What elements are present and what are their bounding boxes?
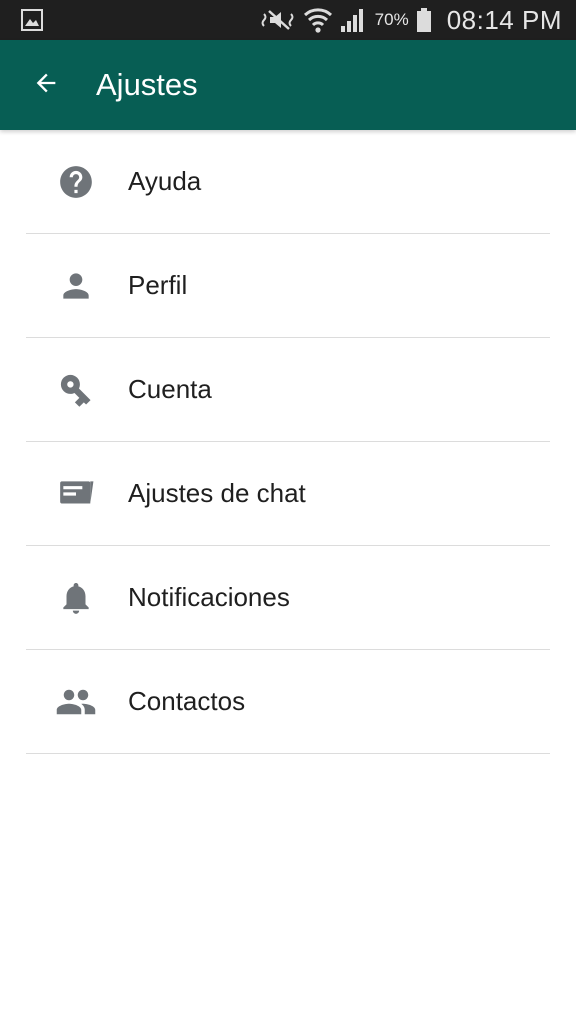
signal-icon [339,7,367,33]
gallery-icon [20,8,44,32]
mute-icon [261,8,297,32]
bell-icon [54,576,98,620]
help-icon [54,160,98,204]
settings-item-notifications[interactable]: Notificaciones [0,546,576,649]
divider [26,753,550,754]
settings-item-label: Cuenta [128,374,212,404]
page-title: Ajustes [96,67,198,102]
contacts-icon [54,680,98,724]
status-time: 08:14 PM [446,4,562,35]
settings-item-label: Perfil [128,270,188,300]
settings-item-label: Contactos [128,686,246,716]
settings-item-label: Notificaciones [128,582,290,612]
app-bar: Ajustes [0,40,576,130]
battery-percentage: 70% [374,10,409,29]
settings-item-chat-settings[interactable]: Ajustes de chat [0,442,576,545]
settings-item-label: Ayuda [128,166,202,196]
settings-item-contacts[interactable]: Contactos [0,650,576,753]
settings-item-help[interactable]: Ayuda [0,130,576,233]
settings-item-profile[interactable]: Perfil [0,234,576,337]
wifi-icon [303,6,333,34]
battery-icon [415,7,433,33]
back-button[interactable] [18,62,74,108]
key-icon [54,368,98,412]
status-bar: 70% 08:14 PM [0,0,576,40]
settings-list: Ayuda Perfil Cuenta Ajustes de chat Noti… [0,130,576,754]
settings-item-label: Ajustes de chat [128,478,306,508]
chat-icon [54,472,98,516]
arrow-back-icon [32,69,60,102]
settings-item-account[interactable]: Cuenta [0,338,576,441]
person-icon [54,264,98,308]
